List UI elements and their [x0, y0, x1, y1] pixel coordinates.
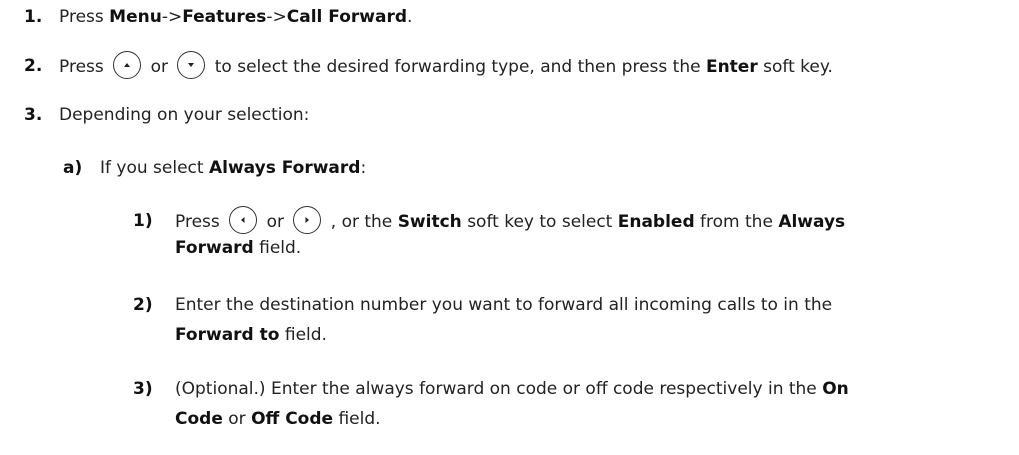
down-key-icon [177, 51, 206, 79]
arrow-text: -> [161, 7, 183, 27]
text-press: Press [59, 57, 104, 77]
sub-step-text-line1: (Optional.) Enter the always forward on … [175, 376, 849, 402]
sub-step-text-line1: Enter the destination number you want to… [175, 295, 833, 315]
sub-step-text-line2: Code or Off Code field. [175, 406, 381, 432]
up-key-icon [113, 51, 142, 79]
text-or: or [228, 409, 246, 429]
sub-step-text-line2: Forward to field. [175, 322, 327, 348]
text-or: or [150, 57, 168, 77]
step-text: Press Menu->Features->Call Forward. [59, 4, 412, 30]
switch-label: Switch [397, 212, 462, 232]
text-select: to select the desired forwarding type, a… [214, 57, 701, 77]
features-label: Features [182, 7, 267, 27]
forward-label: Forward [175, 238, 254, 258]
left-key-icon [229, 206, 258, 234]
sub-step-number: 1) [133, 211, 153, 231]
step-number: 1. [24, 7, 43, 27]
sub-step-number: 3) [133, 379, 153, 399]
text-comma-or: , or the [330, 212, 393, 232]
off-code-label: Off Code [251, 409, 334, 429]
colon: : [360, 158, 367, 178]
on-label: On [822, 379, 849, 399]
arrow-text: -> [266, 7, 287, 27]
period: . [407, 7, 413, 27]
always-forward-label: Always Forward [208, 158, 361, 178]
substep-letter: a) [63, 158, 83, 178]
text-if-select: If you select [100, 158, 204, 178]
text-from: from the [700, 212, 773, 232]
code-label: Code [175, 409, 223, 429]
text-press: Press [59, 7, 104, 27]
enter-label: Enter [705, 57, 758, 77]
text-soft-key: soft key to select [467, 212, 613, 232]
text-field: field. [284, 325, 327, 345]
step-text: Depending on your selection: [59, 105, 310, 125]
step-text: Press or to select the desired forwardin… [59, 51, 833, 81]
forward-to-label: Forward to [175, 325, 280, 345]
sub-step-text-line1: Press or , or the Switch soft key to sel… [175, 206, 846, 236]
text-press: Press [175, 212, 220, 232]
step-number: 2. [24, 56, 43, 76]
always-label: Always [778, 212, 846, 232]
text-optional: (Optional.) Enter the always forward on … [175, 379, 817, 399]
sub-step-number: 2) [133, 295, 153, 315]
sub-step-text-line2: Forward field. [175, 235, 301, 261]
step-number: 3. [24, 105, 43, 125]
menu-label: Menu [109, 7, 162, 27]
text-or: or [266, 212, 284, 232]
text-field: field. [259, 238, 302, 258]
right-key-icon [293, 206, 322, 234]
call-forward-label: Call Forward [286, 7, 408, 27]
enabled-label: Enabled [617, 212, 695, 232]
text-soft-key: soft key. [763, 57, 833, 77]
text-field: field. [338, 409, 381, 429]
substep-text: If you select Always Forward: [100, 155, 366, 181]
